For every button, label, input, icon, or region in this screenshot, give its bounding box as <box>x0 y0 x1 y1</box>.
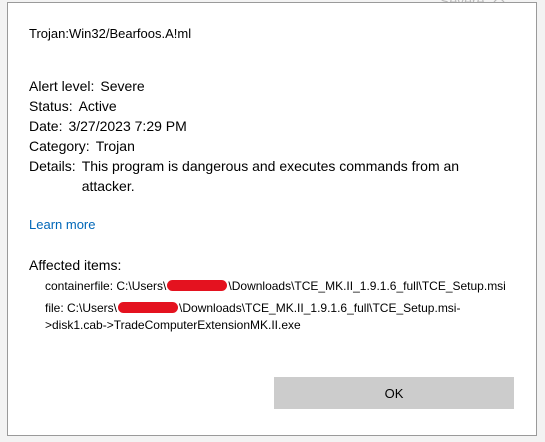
alert-level-label: Alert level: <box>29 78 95 94</box>
date-row: Date: 3/27/2023 7:29 PM <box>29 116 492 136</box>
date-label: Date: <box>29 118 63 134</box>
category-value: Trojan <box>95 138 135 154</box>
affected-item-containerfile: containerfile: C:\Users\ \Downloads\TCE_M… <box>45 278 515 295</box>
details-value: This program is dangerous and executes c… <box>81 158 460 194</box>
alert-level-row: Alert level: Severe <box>29 76 492 96</box>
alert-level-value: Severe <box>100 78 145 94</box>
ok-button[interactable]: OK <box>274 377 514 409</box>
learn-more-link[interactable]: Learn more <box>29 217 95 232</box>
threat-details-dialog: Trojan:Win32/Bearfoos.A!ml Alert level: … <box>7 2 537 436</box>
affected-item-path-end: \Downloads\TCE_MK.II_1.9.1.6_full\TCE_Se… <box>228 279 506 293</box>
affected-item-path-start: containerfile: C:\Users\ <box>45 279 167 293</box>
status-row: Status: Active <box>29 96 492 116</box>
details-row: Details: This program is dangerous and e… <box>29 156 492 196</box>
affected-item-path-start: file: C:\Users\ <box>45 301 118 315</box>
redacted-username <box>167 280 228 291</box>
redacted-username <box>118 302 179 313</box>
affected-items-list: containerfile: C:\Users\ \Downloads\TCE_M… <box>45 278 515 339</box>
details-label: Details: <box>29 158 76 174</box>
date-value: 3/27/2023 7:29 PM <box>68 118 187 134</box>
threat-details: Alert level: Severe Status: Active Date:… <box>29 76 492 196</box>
threat-name: Trojan:Win32/Bearfoos.A!ml <box>29 26 192 41</box>
category-label: Category: <box>29 138 90 154</box>
affected-item-file: file: C:\Users\ \Downloads\TCE_MK.II_1.9.… <box>45 300 515 334</box>
category-row: Category: Trojan <box>29 136 492 156</box>
affected-items-label: Affected items: <box>29 257 122 273</box>
status-value: Active <box>78 98 117 114</box>
status-label: Status: <box>29 98 73 114</box>
